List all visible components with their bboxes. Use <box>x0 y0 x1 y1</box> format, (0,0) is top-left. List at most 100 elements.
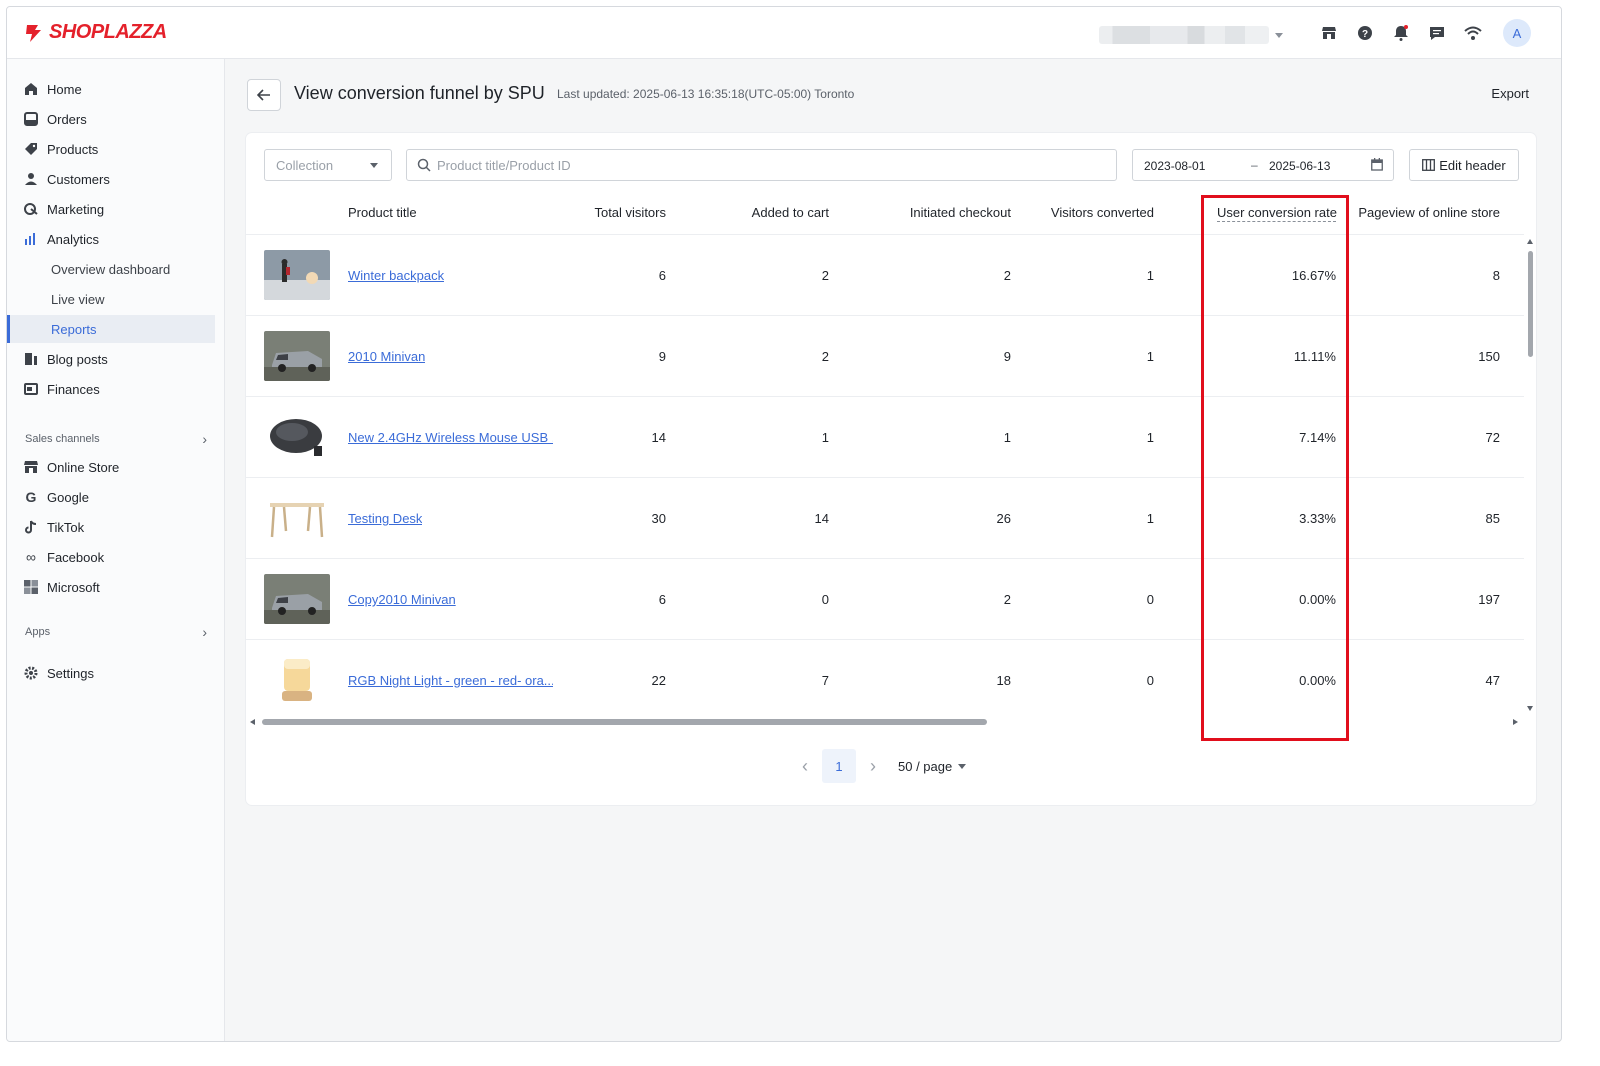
column-header-initiated-checkout[interactable]: Initiated checkout <box>871 205 1011 220</box>
shoplazza-logo[interactable]: SHOPLAZZA <box>23 21 167 44</box>
top-bar: SHOPLAZZA ? A <box>7 7 1561 59</box>
total-visitors-cell: 30 <box>651 511 666 526</box>
sidebar-item-label: Google <box>47 489 89 505</box>
sidebar-item-overview-dashboard[interactable]: Overview dashboard <box>7 255 215 283</box>
blog-icon <box>23 351 39 367</box>
store-switcher[interactable] <box>1099 25 1289 45</box>
chevron-down-icon <box>1275 32 1283 38</box>
page-size-label: 50 / page <box>898 758 953 774</box>
brand-name: SHOPLAZZA <box>49 21 167 43</box>
sidebar-item-label: Analytics <box>47 231 100 247</box>
product-title-link[interactable]: 2010 Minivan <box>348 349 425 364</box>
total-visitors-cell: 6 <box>658 592 666 607</box>
sidebar: Home Orders Products Customers Marketing… <box>7 59 225 1041</box>
horizontal-scroll-thumb[interactable] <box>262 719 987 725</box>
column-header-pageview[interactable]: Pageview of online store <box>1351 205 1500 220</box>
apps-section[interactable]: Apps › <box>25 624 207 640</box>
store-icon[interactable] <box>1319 23 1339 43</box>
sales-channels-section[interactable]: Sales channels › <box>25 431 207 447</box>
sidebar-item-label: Home <box>47 81 82 97</box>
sidebar-item-finances[interactable]: Finances <box>7 375 215 403</box>
sidebar-item-label: Overview dashboard <box>51 261 171 277</box>
scroll-right-arrow-icon[interactable] <box>1513 719 1518 725</box>
added-to-cart-cell: 2 <box>821 349 829 364</box>
chat-icon[interactable] <box>1427 23 1447 43</box>
collection-select[interactable]: Collection <box>264 149 392 181</box>
page-number-current[interactable]: 1 <box>822 749 856 783</box>
date-separator: – <box>1251 158 1258 172</box>
sidebar-item-analytics[interactable]: Analytics <box>7 225 215 253</box>
column-header-total-visitors[interactable]: Total visitors <box>566 205 666 220</box>
sidebar-item-marketing[interactable]: Marketing <box>7 195 215 223</box>
initiated-checkout-cell: 2 <box>1003 592 1011 607</box>
page-size-select[interactable]: 50 / page <box>898 758 967 774</box>
vertical-scrollbar[interactable] <box>1526 239 1534 711</box>
chevron-right-icon: › <box>202 624 207 640</box>
column-header-visitors-converted[interactable]: Visitors converted <box>1014 205 1154 220</box>
back-button[interactable] <box>247 79 281 111</box>
sidebar-item-label: Finances <box>47 381 100 397</box>
avatar[interactable]: A <box>1503 19 1531 47</box>
help-icon[interactable]: ? <box>1355 23 1375 43</box>
sidebar-item-home[interactable]: Home <box>7 75 215 103</box>
main-content: View conversion funnel by SPU Last updat… <box>226 59 1561 1041</box>
export-button[interactable]: Export <box>1491 86 1529 101</box>
vertical-scroll-thumb[interactable] <box>1528 251 1533 357</box>
night-light-thumbnail <box>264 655 330 705</box>
date-start[interactable]: 2023-08-01 <box>1144 159 1205 173</box>
wifi-icon[interactable] <box>1463 23 1483 43</box>
sidebar-item-products[interactable]: Products <box>7 135 215 163</box>
pagination: ‹ 1 › 50 / page <box>802 749 967 783</box>
edit-header-button[interactable]: Edit header <box>1409 149 1519 181</box>
product-title-link[interactable]: RGB Night Light - green - red- ora... <box>348 673 553 688</box>
sidebar-item-microsoft[interactable]: Microsoft <box>7 573 215 601</box>
column-header-added-to-cart[interactable]: Added to cart <box>709 205 829 220</box>
initiated-checkout-cell: 26 <box>996 511 1011 526</box>
date-range-picker[interactable]: 2023-08-01 – 2025-06-13 <box>1132 149 1394 181</box>
finance-icon <box>23 381 39 397</box>
minivan-thumbnail <box>264 331 330 381</box>
sidebar-item-live-view[interactable]: Live view <box>7 285 215 313</box>
sidebar-item-google[interactable]: G Google <box>7 483 215 511</box>
sidebar-item-orders[interactable]: Orders <box>7 105 215 133</box>
total-visitors-cell: 9 <box>658 349 666 364</box>
sidebar-item-label: Orders <box>47 111 87 127</box>
sidebar-item-label: Facebook <box>47 549 105 565</box>
sales-channels-label: Sales channels <box>25 433 100 445</box>
product-title-link[interactable]: Testing Desk <box>348 511 422 526</box>
search-input[interactable] <box>437 157 1037 173</box>
sidebar-item-customers[interactable]: Customers <box>7 165 215 193</box>
pageview-cell: 72 <box>1485 430 1500 445</box>
sidebar-item-tiktok[interactable]: TikTok <box>7 513 215 541</box>
visitors-converted-cell: 1 <box>1146 349 1154 364</box>
collection-placeholder: Collection <box>276 157 334 173</box>
edit-header-label: Edit header <box>1439 157 1506 173</box>
minivan-thumbnail <box>264 574 330 624</box>
product-title-link[interactable]: Copy2010 Minivan <box>348 592 456 607</box>
store-name-redacted <box>1099 26 1269 44</box>
product-title-link[interactable]: New 2.4GHz Wireless Mouse USB ... <box>348 430 553 445</box>
pageview-cell: 85 <box>1485 511 1500 526</box>
total-visitors-cell: 6 <box>658 268 666 283</box>
date-end[interactable]: 2025-06-13 <box>1269 159 1330 173</box>
column-header-product-title[interactable]: Product title <box>348 205 417 220</box>
bell-icon[interactable] <box>1391 23 1411 43</box>
visitors-converted-cell: 0 <box>1146 673 1154 688</box>
sidebar-item-blog-posts[interactable]: Blog posts <box>7 345 215 373</box>
sidebar-item-label: Products <box>47 141 99 157</box>
sidebar-item-facebook[interactable]: ∞ Facebook <box>7 543 215 571</box>
sidebar-item-online-store[interactable]: Online Store <box>7 453 215 481</box>
prev-page-icon[interactable]: ‹ <box>802 756 808 777</box>
scroll-up-arrow-icon[interactable] <box>1527 239 1533 244</box>
product-title-link[interactable]: Winter backpack <box>348 268 444 283</box>
last-updated-text: Last updated: 2025-06-13 16:35:18(UTC-05… <box>557 87 855 101</box>
sidebar-item-reports[interactable]: Reports <box>7 315 215 343</box>
sidebar-item-settings[interactable]: Settings <box>7 659 215 687</box>
product-search[interactable] <box>406 149 1117 181</box>
scroll-left-arrow-icon[interactable] <box>250 719 255 725</box>
scroll-down-arrow-icon[interactable] <box>1527 706 1533 711</box>
next-page-icon[interactable]: › <box>870 756 876 777</box>
gear-icon <box>23 665 39 681</box>
page-title: View conversion funnel by SPU <box>294 83 545 103</box>
svg-text:?: ? <box>1362 29 1368 40</box>
